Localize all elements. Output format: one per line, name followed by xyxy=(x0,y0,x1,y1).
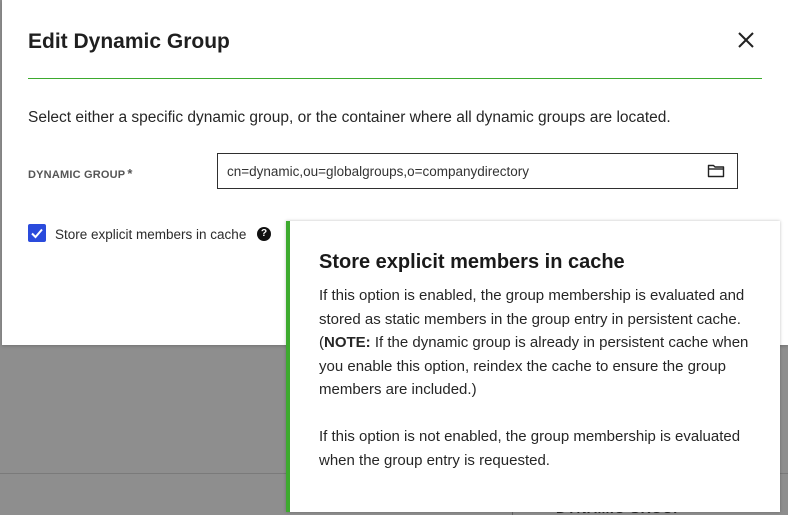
tooltip-paragraph-disabled: If this option is not enabled, the group… xyxy=(319,428,741,469)
tooltip-text-post: If the dynamic group is already in persi… xyxy=(319,334,749,398)
dynamic-group-field xyxy=(217,153,738,189)
dynamic-group-input[interactable] xyxy=(227,154,697,188)
tooltip-note-label: NOTE: xyxy=(324,334,371,351)
folder-icon xyxy=(707,164,725,178)
tooltip-title: Store explicit members in cache xyxy=(319,251,625,273)
tooltip-paragraph-enabled: If this option is enabled, the group mem… xyxy=(319,284,759,402)
dialog-description: Select either a specific dynamic group, … xyxy=(28,109,671,126)
help-tooltip: Store explicit members in cache If this … xyxy=(286,221,780,512)
store-members-checkbox[interactable] xyxy=(28,224,46,242)
title-divider xyxy=(28,78,762,79)
close-button[interactable] xyxy=(734,28,758,52)
tooltip-body: If this option is enabled, the group mem… xyxy=(319,284,759,496)
close-icon xyxy=(738,32,754,48)
required-marker: * xyxy=(127,166,133,181)
checkmark-icon xyxy=(31,228,43,239)
help-icon[interactable]: ? xyxy=(257,227,271,241)
browse-button[interactable] xyxy=(707,163,725,179)
store-members-label[interactable]: Store explicit members in cache xyxy=(55,227,246,242)
dynamic-group-label-text: DYNAMIC GROUP xyxy=(28,169,126,181)
dialog-title: Edit Dynamic Group xyxy=(28,30,230,53)
dynamic-group-label: DYNAMIC GROUP * xyxy=(28,166,133,181)
